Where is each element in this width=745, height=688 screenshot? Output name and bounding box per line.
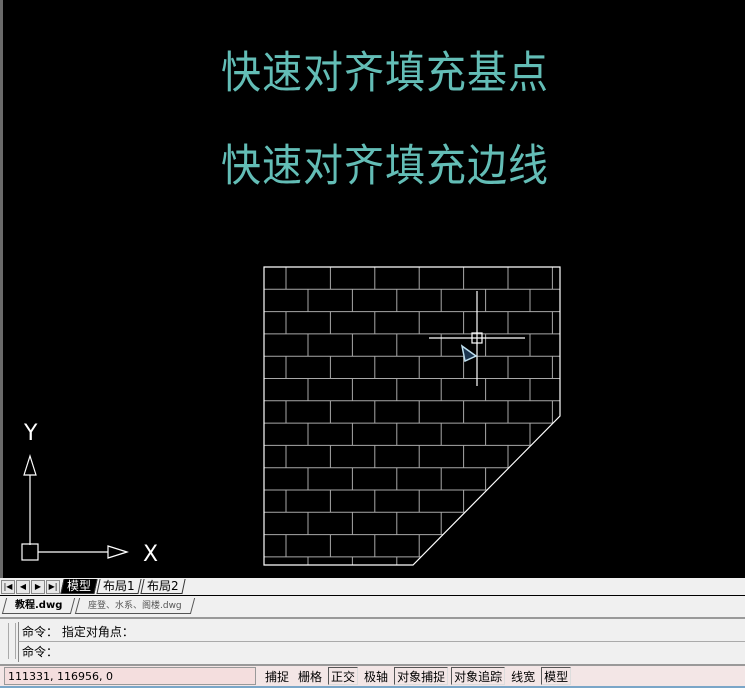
- osnap-toggle[interactable]: 对象捕捉: [394, 667, 449, 685]
- crosshair-cursor: [429, 291, 525, 386]
- snap-toggle[interactable]: 捕捉: [262, 667, 292, 685]
- ortho-toggle[interactable]: 正交: [328, 667, 359, 685]
- tab-model[interactable]: 模型: [60, 579, 98, 594]
- otrack-toggle[interactable]: 对象追踪: [451, 667, 506, 685]
- brick-hatch[interactable]: [264, 267, 560, 565]
- tab-layout1[interactable]: 布局1: [96, 579, 142, 594]
- grid-toggle[interactable]: 栅格: [295, 667, 325, 685]
- ucs-icon: [21, 454, 129, 561]
- prev-tab-button[interactable]: ◀: [16, 579, 30, 594]
- tab-layout2[interactable]: 布局2: [140, 579, 185, 594]
- lineweight-toggle[interactable]: 线宽: [508, 667, 538, 685]
- command-input-line[interactable]: 命令：: [18, 642, 745, 662]
- mouse-pointer-icon: [460, 344, 478, 363]
- status-bar: 111331, 116956, 0 捕捉 栅格 正交 极轴 对象捕捉 对象追踪 …: [0, 664, 745, 686]
- command-history-line: 命令： 指定对角点：: [18, 622, 745, 642]
- last-tab-button[interactable]: ▶|: [46, 579, 60, 594]
- command-window-grip[interactable]: [8, 623, 16, 659]
- layout-tab-bar: |◀ ◀ ▶ ▶| 模型 布局1 布局2: [0, 578, 745, 595]
- first-tab-button[interactable]: |◀: [1, 579, 15, 594]
- next-tab-button[interactable]: ▶: [31, 579, 45, 594]
- file-tab[interactable]: 座登、水系、阁楼.dwg: [75, 597, 196, 614]
- drawing-canvas[interactable]: 快速对齐填充基点 快速对齐填充边线 Y X: [0, 0, 745, 578]
- file-tab-active[interactable]: 教程.dwg: [1, 597, 76, 614]
- drawing-svg: Y X: [21, 266, 561, 567]
- coordinate-readout: 111331, 116956, 0: [4, 667, 256, 685]
- file-tab-bar: 教程.dwg 座登、水系、阁楼.dwg: [0, 595, 745, 615]
- ucs-y-label: Y: [23, 421, 38, 446]
- polar-toggle[interactable]: 极轴: [361, 667, 391, 685]
- command-window[interactable]: 命令： 指定对角点： 命令：: [0, 617, 745, 662]
- ucs-x-label: X: [143, 542, 158, 567]
- model-space-toggle[interactable]: 模型: [541, 667, 572, 685]
